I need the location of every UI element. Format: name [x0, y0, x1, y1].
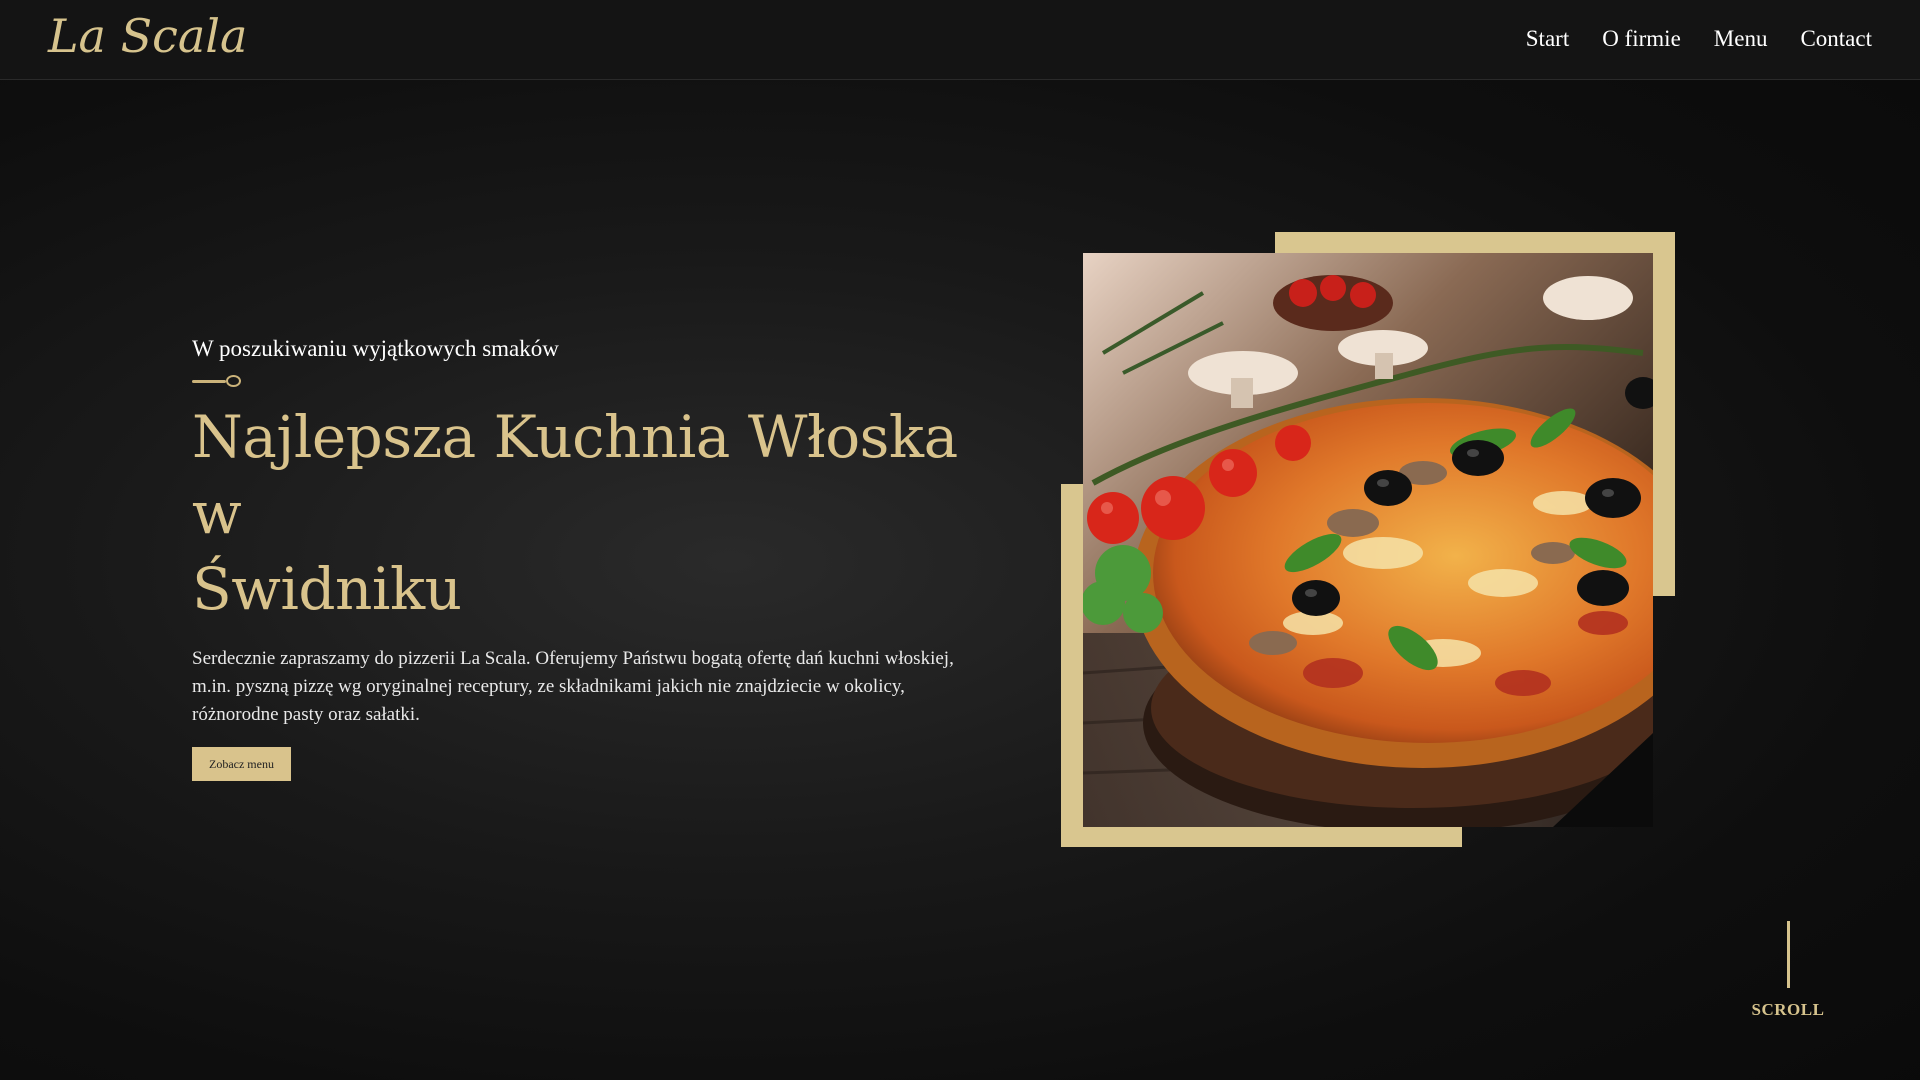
divider-ring [226, 375, 241, 387]
pizza-illustration [1083, 253, 1653, 827]
nav-o-firmie[interactable]: O firmie [1602, 24, 1681, 54]
main-nav: Start O firmie Menu Contact [1526, 24, 1872, 54]
hero-title: Najlepsza Kuchnia Włoska w Świdniku [192, 399, 982, 627]
spoon-divider-icon [192, 375, 252, 389]
scroll-label: SCROLL [1751, 1000, 1825, 1019]
nav-menu[interactable]: Menu [1714, 24, 1768, 54]
logo[interactable]: La Scala [48, 4, 247, 68]
scroll-indicator[interactable]: SCROLL [1744, 918, 1832, 1028]
see-menu-button[interactable]: Zobacz menu [192, 747, 291, 781]
divider-bar [192, 380, 226, 383]
nav-contact[interactable]: Contact [1800, 24, 1872, 54]
scroll-line [1787, 921, 1790, 988]
hero-description: Serdecznie zapraszamy do pizzerii La Sca… [192, 648, 954, 725]
hero-subtitle: W poszukiwaniu wyjątkowych smaków [192, 336, 559, 361]
site-header: La Scala Start O firmie Menu Contact [0, 0, 1920, 80]
pizza-photo [1083, 253, 1653, 827]
hero-title-line-1: Najlepsza Kuchnia Włoska w [192, 403, 958, 547]
nav-start[interactable]: Start [1526, 24, 1569, 54]
hero-title-line-2: Świdniku [192, 555, 462, 623]
hero-text: W poszukiwaniu wyjątkowych smaków Najlep… [192, 335, 982, 781]
